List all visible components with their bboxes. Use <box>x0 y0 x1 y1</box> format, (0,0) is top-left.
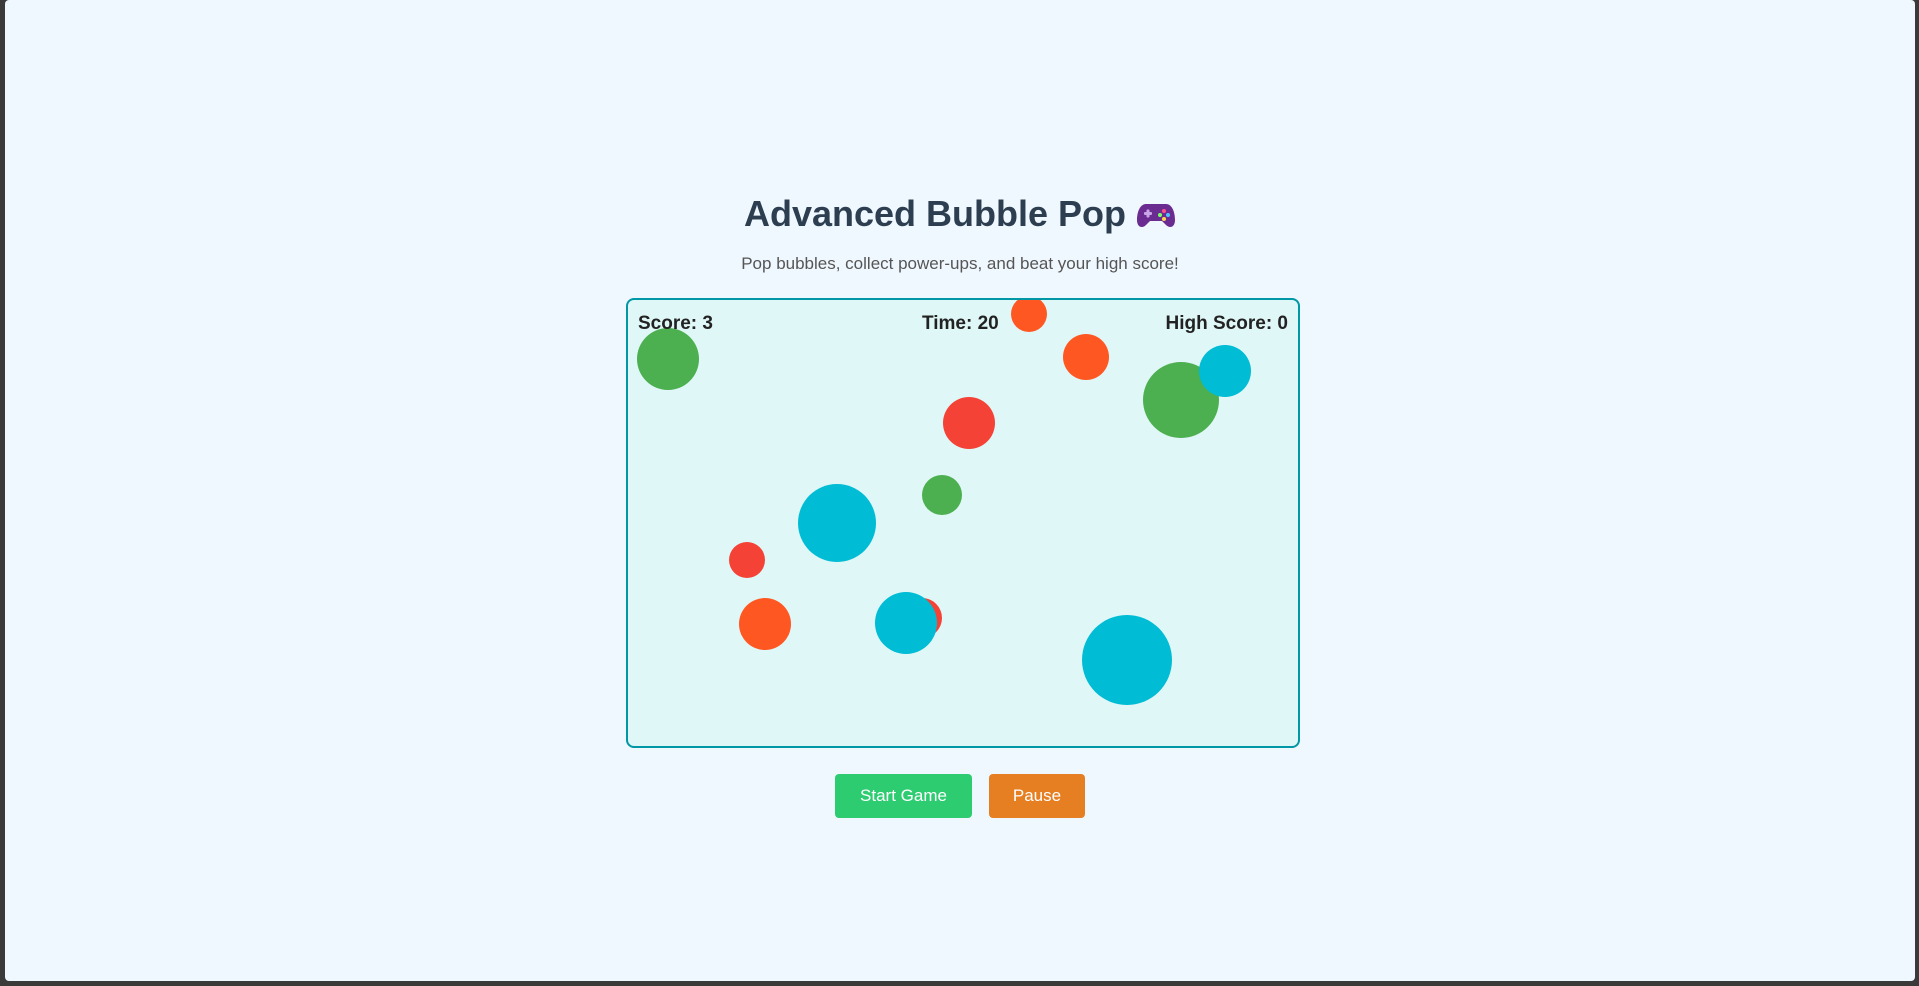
time-display: Time: 20 <box>922 313 999 334</box>
bubble[interactable] <box>637 328 699 390</box>
bubble[interactable] <box>798 484 876 562</box>
app-window: Advanced Bubble Pop Pop bubbles, collect… <box>5 0 1915 981</box>
bubble[interactable] <box>1082 615 1172 705</box>
gamepad-icon <box>1136 196 1176 228</box>
game-board[interactable]: Score: 3 Time: 20 High Score: 0 <box>626 298 1300 748</box>
bubble[interactable] <box>1011 298 1047 332</box>
bubble[interactable] <box>943 397 995 449</box>
bubble[interactable] <box>875 592 937 654</box>
bubble[interactable] <box>922 475 962 515</box>
bubble[interactable] <box>1199 345 1251 397</box>
pause-button[interactable]: Pause <box>989 774 1085 818</box>
bubble[interactable] <box>739 598 791 650</box>
subtitle: Pop bubbles, collect power-ups, and beat… <box>741 254 1179 273</box>
high-score-display: High Score: 0 <box>1165 313 1288 334</box>
page-title: Advanced Bubble Pop <box>5 192 1915 236</box>
score-display: Score: 3 <box>638 313 713 334</box>
start-game-button[interactable]: Start Game <box>835 774 972 818</box>
bubble[interactable] <box>1063 334 1109 380</box>
bubble-layer <box>637 298 1251 705</box>
title-text: Advanced Bubble Pop <box>743 193 1127 234</box>
bubble[interactable] <box>729 542 765 578</box>
